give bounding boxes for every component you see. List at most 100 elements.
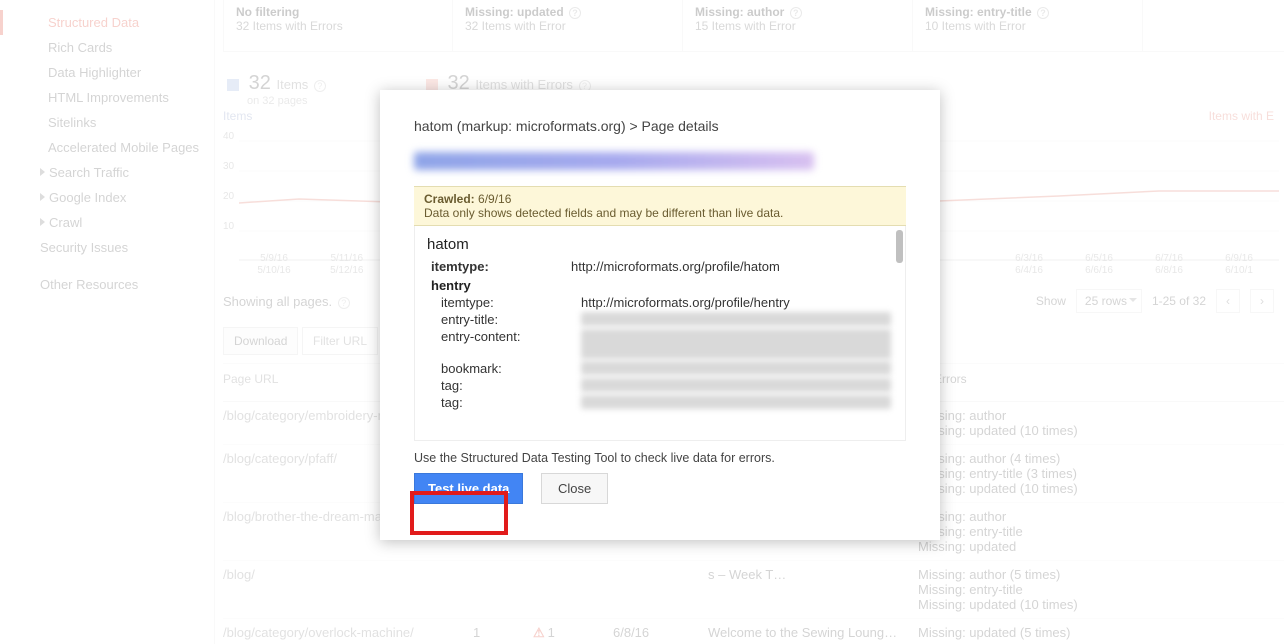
- cell-errors: Missing: updated (5 times): [918, 625, 1284, 640]
- sidebar-item-security-issues[interactable]: Security Issues: [0, 235, 214, 260]
- sidebar-item-structured-data[interactable]: Structured Data: [0, 10, 214, 35]
- itemtype-value: http://microformats.org/profile/hatom: [571, 259, 780, 274]
- items-label: Items: [277, 77, 309, 92]
- field-value: [581, 361, 891, 375]
- x-tick: 6/7/166/8/16: [1134, 253, 1204, 277]
- close-button[interactable]: Close: [541, 473, 608, 504]
- cell-name: Welcome to the Sewing Loung…: [708, 625, 918, 640]
- sidebar-item-html-improvements[interactable]: HTML Improvements: [0, 85, 214, 110]
- swatch-items: [227, 79, 239, 91]
- modal-breadcrumb: hatom (markup: microformats.org) > Page …: [414, 118, 906, 134]
- card-sub: 32 Items with Errors: [236, 19, 432, 33]
- cell-errors: Missing: author (4 times)Missing: entry-…: [918, 451, 1284, 496]
- sidebar-group-search-traffic[interactable]: Search Traffic: [0, 160, 214, 185]
- items-sub: on 32 pages: [247, 95, 326, 107]
- x-tick: 5/9/165/10/16: [239, 253, 309, 277]
- table-row[interactable]: /blog/category/overlock-machine/1⚠16/8/1…: [223, 619, 1284, 644]
- items-count: 32: [249, 72, 271, 94]
- y-tick: 20: [223, 191, 234, 202]
- pager-range: 1-25 of 32: [1152, 294, 1206, 308]
- page-details-modal: hatom (markup: microformats.org) > Page …: [380, 90, 940, 540]
- card-title: Missing: entry-title: [925, 5, 1032, 19]
- scrollbar[interactable]: [896, 230, 903, 263]
- field-key: entry-title:: [441, 312, 581, 327]
- help-icon[interactable]: ?: [1037, 7, 1049, 19]
- card-title: Missing: updated: [465, 5, 564, 19]
- field-value: http://microformats.org/profile/hentry: [581, 295, 790, 310]
- cell-err: ⚠1: [533, 625, 613, 641]
- field-row: itemtype:http://microformats.org/profile…: [441, 295, 893, 310]
- field-key: tag:: [441, 378, 581, 393]
- showing-label: Showing all pages. ?: [223, 294, 350, 309]
- field-key: itemtype:: [441, 295, 581, 310]
- pager-prev[interactable]: ‹: [1216, 289, 1240, 313]
- cell-url: /blog/: [223, 567, 473, 582]
- sidebar-item-data-highlighter[interactable]: Data Highlighter: [0, 60, 214, 85]
- modal-tip: Use the Structured Data Testing Tool to …: [414, 451, 906, 465]
- field-key: bookmark:: [441, 361, 581, 376]
- help-icon[interactable]: ?: [790, 7, 802, 19]
- crawled-date: 6/9/16: [478, 192, 511, 206]
- x-tick: 5/11/165/12/16: [312, 253, 382, 277]
- pager: Show 25 rows 1-25 of 32 ‹ ›: [1036, 289, 1284, 313]
- help-icon[interactable]: ?: [338, 297, 350, 309]
- pager-show-label: Show: [1036, 294, 1066, 308]
- field-key: tag:: [441, 395, 581, 410]
- cell-name: s – Week T…: [708, 567, 918, 582]
- download-button[interactable]: Download: [223, 327, 298, 355]
- y-tick: 40: [223, 131, 234, 142]
- card-missing-author[interactable]: Missing: author ? 15 Items with Error: [683, 0, 913, 51]
- sidebar-item-sitelinks[interactable]: Sitelinks: [0, 110, 214, 135]
- cell-errors: Missing: authorMissing: updated (10 time…: [918, 408, 1284, 438]
- x-tick: 6/9/166/10/1: [1204, 253, 1274, 277]
- help-icon[interactable]: ?: [314, 80, 326, 92]
- field-value: [581, 312, 891, 326]
- field-value: [581, 329, 891, 359]
- crawl-note: Crawled: 6/9/16 Data only shows detected…: [414, 186, 906, 226]
- filter-cards: No filtering 32 Items with Errors Missin…: [223, 0, 1284, 52]
- help-icon[interactable]: ?: [569, 7, 581, 19]
- sidebar-group-google-index[interactable]: Google Index: [0, 185, 214, 210]
- sidebar-group-crawl[interactable]: Crawl: [0, 210, 214, 235]
- card-title: Missing: author: [695, 5, 784, 19]
- field-value: [581, 395, 891, 409]
- cell-errors: Missing: authorMissing: entry-titleMissi…: [918, 509, 1284, 554]
- error-icon: ⚠: [533, 625, 545, 640]
- sidebar: Structured Data Rich Cards Data Highligh…: [0, 0, 215, 644]
- field-row: tag:: [441, 378, 893, 393]
- table-row[interactable]: /blog/s – Week T…Missing: author (5 time…: [223, 561, 1284, 619]
- card-missing-entry-title[interactable]: Missing: entry-title ? 10 Items with Err…: [913, 0, 1143, 51]
- detected-fields-panel: hatom itemtype:http://microformats.org/p…: [414, 226, 906, 441]
- sidebar-item-other-resources[interactable]: Other Resources: [0, 272, 214, 297]
- crawled-note: Data only shows detected fields and may …: [424, 206, 783, 220]
- crawled-label: Crawled:: [424, 192, 475, 206]
- rows-select[interactable]: 25 rows: [1076, 289, 1142, 313]
- panel-root: hatom: [427, 236, 893, 253]
- field-row: bookmark:: [441, 361, 893, 376]
- sidebar-item-rich-cards[interactable]: Rich Cards: [0, 35, 214, 60]
- field-key: entry-content:: [441, 329, 581, 359]
- sidebar-item-amp[interactable]: Accelerated Mobile Pages: [0, 135, 214, 160]
- x-tick: 6/5/166/6/16: [1064, 253, 1134, 277]
- hentry-label: hentry: [431, 278, 893, 293]
- field-row: entry-title:: [441, 312, 893, 327]
- pager-next[interactable]: ›: [1250, 289, 1274, 313]
- card-missing-updated[interactable]: Missing: updated ? 32 Items with Error: [453, 0, 683, 51]
- itemtype-label: itemtype:: [431, 259, 571, 274]
- cell-date: 6/8/16: [613, 625, 708, 640]
- field-row: entry-content:: [441, 329, 893, 359]
- card-title: No filtering: [236, 5, 432, 19]
- test-live-data-button[interactable]: Test live data: [414, 473, 523, 504]
- y-tick: 10: [223, 221, 234, 232]
- card-no-filtering[interactable]: No filtering 32 Items with Errors: [223, 0, 453, 51]
- card-sub: 15 Items with Error: [695, 19, 892, 33]
- y-tick: 30: [223, 161, 234, 172]
- redacted-url: [414, 152, 814, 170]
- cell-items: 1: [473, 625, 533, 640]
- field-row: tag:: [441, 395, 893, 410]
- cell-errors: Missing: author (5 times)Missing: entry-…: [918, 567, 1284, 612]
- cell-url: /blog/category/overlock-machine/: [223, 625, 473, 640]
- field-value: [581, 378, 891, 392]
- filter-url-button[interactable]: Filter URL: [302, 327, 378, 355]
- x-tick: 6/3/166/4/16: [994, 253, 1064, 277]
